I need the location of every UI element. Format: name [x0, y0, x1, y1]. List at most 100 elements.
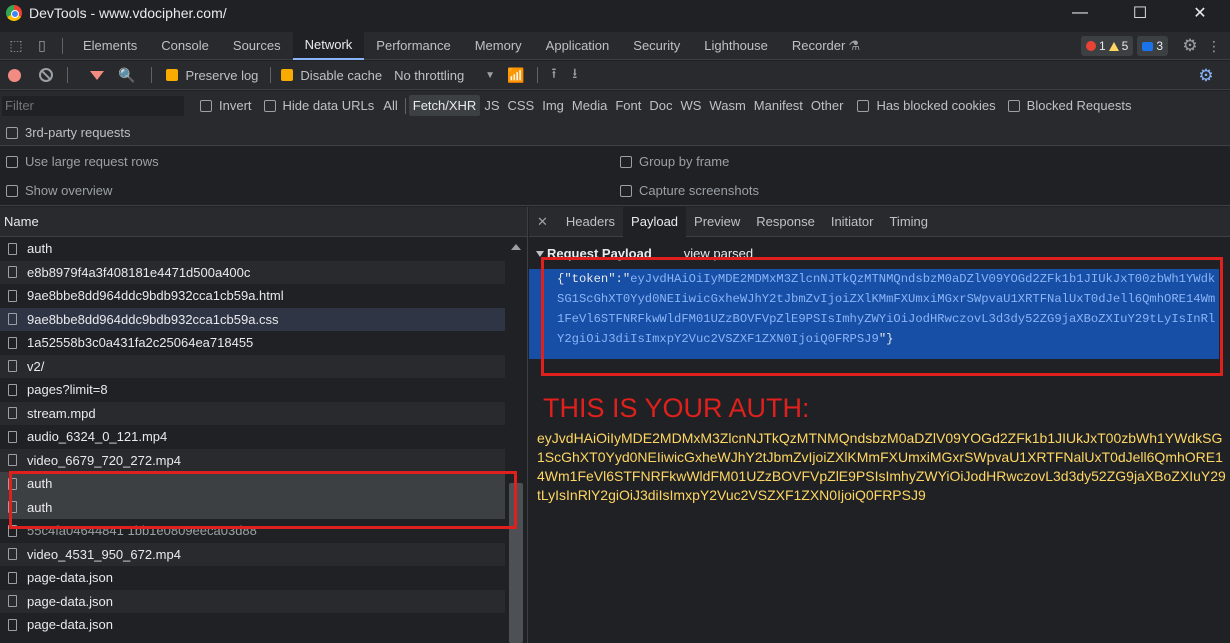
tab-sources[interactable]: Sources: [221, 32, 293, 60]
tab-network[interactable]: Network: [292, 31, 365, 60]
messages-counter[interactable]: 3: [1137, 36, 1168, 56]
overview-toggle[interactable]: Show overview: [6, 183, 112, 198]
device-toolbar-icon[interactable]: ▯: [32, 36, 52, 56]
filter-type-img[interactable]: Img: [538, 95, 568, 116]
table-row[interactable]: 9ae8bbe8dd964ddc9bdb932cca1cb59a.css: [0, 307, 506, 331]
close-icon[interactable]: ✕: [529, 214, 558, 230]
overview-checkbox[interactable]: [6, 184, 18, 197]
tab-elements[interactable]: Elements: [71, 32, 149, 60]
blocked-requests-checkbox[interactable]: [1007, 99, 1020, 112]
minimize-icon[interactable]: —: [1050, 0, 1110, 26]
large-rows-toggle[interactable]: Use large request rows: [6, 154, 159, 169]
table-row[interactable]: auth: [0, 237, 506, 261]
throttling-select[interactable]: No throttling ▼: [394, 68, 495, 83]
table-row[interactable]: e8b8979f4a3f408181e4471d500a400c: [0, 260, 506, 284]
blocked-requests-toggle[interactable]: Blocked Requests: [1007, 98, 1131, 113]
tab-performance[interactable]: Performance: [364, 32, 462, 60]
tab-recorder[interactable]: Recorder ⚗: [780, 32, 872, 60]
filter-type-js[interactable]: JS: [480, 95, 503, 116]
tab-memory[interactable]: Memory: [463, 32, 534, 60]
chevron-down-icon: ▼: [485, 69, 496, 81]
search-icon[interactable]: 🔍: [118, 67, 135, 84]
large-rows-checkbox[interactable]: [6, 155, 18, 168]
tab-console[interactable]: Console: [149, 32, 221, 60]
third-party-toggle[interactable]: 3rd-party requests: [6, 125, 131, 140]
preserve-log-toggle[interactable]: Preserve log: [166, 68, 258, 83]
name-column-header[interactable]: Name: [0, 207, 527, 237]
tab-preview[interactable]: Preview: [686, 207, 748, 237]
request-name: page-data.json: [27, 617, 114, 633]
filter-type-css[interactable]: CSS: [504, 95, 539, 116]
capture-screenshots-checkbox[interactable]: [620, 184, 632, 197]
tab-application[interactable]: Application: [534, 32, 622, 60]
tab-headers[interactable]: Headers: [558, 207, 623, 237]
tab-initiator[interactable]: Initiator: [823, 207, 882, 237]
divider: [151, 67, 153, 83]
has-blocked-cookies-toggle[interactable]: Has blocked cookies: [857, 98, 996, 113]
table-row[interactable]: page-data.json: [0, 589, 506, 613]
preserve-log-checkbox[interactable]: [166, 69, 179, 81]
filter-type-manifest[interactable]: Manifest: [750, 95, 807, 116]
window-title: DevTools - www.vdocipher.com/: [29, 5, 227, 21]
divider: [270, 67, 272, 83]
export-har-icon[interactable]: ⭳: [572, 63, 577, 87]
request-name: 9ae8bbe8dd964ddc9bdb932cca1cb59a.html: [27, 288, 284, 304]
record-icon[interactable]: [8, 68, 21, 82]
tab-lighthouse[interactable]: Lighthouse: [692, 32, 780, 60]
table-row[interactable]: page-data.json: [0, 566, 506, 590]
tab-response[interactable]: Response: [748, 207, 823, 237]
tab-payload[interactable]: Payload: [623, 206, 687, 237]
filter-type-font[interactable]: Font: [611, 95, 645, 116]
group-by-frame-checkbox[interactable]: [620, 155, 632, 168]
error-icon: [1085, 41, 1096, 51]
filter-input[interactable]: [2, 95, 184, 116]
tab-security[interactable]: Security: [621, 32, 692, 60]
table-row[interactable]: video_4531_950_672.mp4: [0, 542, 506, 566]
close-window-icon[interactable]: ✕: [1170, 0, 1230, 26]
import-har-icon[interactable]: ⭱: [552, 63, 557, 87]
filter-type-doc[interactable]: Doc: [645, 95, 676, 116]
file-icon: [8, 454, 17, 467]
detail-tabs: ✕ Headers Payload Preview Response Initi…: [529, 206, 1230, 237]
has-blocked-cookies-checkbox[interactable]: [857, 99, 870, 112]
has-blocked-cookies-label: Has blocked cookies: [876, 98, 996, 113]
maximize-icon[interactable]: ☐: [1110, 0, 1170, 26]
gear-icon[interactable]: ⚙: [1180, 36, 1200, 56]
hide-data-urls-checkbox[interactable]: [263, 99, 276, 112]
hide-data-urls-toggle[interactable]: Hide data URLs: [263, 98, 375, 113]
tab-timing[interactable]: Timing: [881, 207, 936, 237]
disable-cache-checkbox[interactable]: [281, 69, 294, 81]
capture-screenshots-toggle[interactable]: Capture screenshots: [620, 183, 759, 198]
filter-type-ws[interactable]: WS: [676, 95, 705, 116]
clear-icon[interactable]: [39, 68, 53, 82]
third-party-checkbox[interactable]: [6, 126, 18, 139]
filter-type-media[interactable]: Media: [568, 95, 611, 116]
table-row[interactable]: audio_6324_0_121.mp4: [0, 425, 506, 449]
disable-cache-toggle[interactable]: Disable cache: [281, 68, 382, 83]
request-list-scrollbar[interactable]: [505, 237, 527, 643]
network-settings-gear-icon[interactable]: ⚙: [1196, 66, 1216, 86]
filter-icon[interactable]: [90, 70, 104, 80]
filter-type-wasm[interactable]: Wasm: [705, 95, 749, 116]
network-conditions-icon[interactable]: 📶: [507, 67, 524, 84]
more-options-icon[interactable]: ⋮: [1204, 36, 1224, 56]
invert-checkbox[interactable]: [200, 99, 212, 112]
scroll-up-icon[interactable]: [511, 244, 521, 250]
filter-type-other[interactable]: Other: [807, 95, 848, 116]
table-row[interactable]: video_6679_720_272.mp4: [0, 448, 506, 472]
inspect-element-icon[interactable]: ⬚: [6, 36, 26, 56]
filter-type-fetch-xhr[interactable]: Fetch/XHR: [408, 95, 481, 116]
table-row[interactable]: stream.mpd: [0, 401, 506, 425]
hide-data-urls-label: Hide data URLs: [282, 98, 375, 113]
invert-toggle[interactable]: Invert: [200, 98, 252, 113]
group-by-frame-toggle[interactable]: Group by frame: [620, 154, 729, 169]
table-row[interactable]: 1a52558b3c0a431fa2c25064ea718455: [0, 331, 506, 355]
table-row[interactable]: pages?limit=8: [0, 378, 506, 402]
table-row[interactable]: v2/: [0, 354, 506, 378]
table-row[interactable]: 9ae8bbe8dd964ddc9bdb932cca1cb59a.html: [0, 284, 506, 308]
table-row[interactable]: page-data.json: [0, 613, 506, 637]
network-settings-pane: Use large request rows Show overview Gro…: [0, 146, 1230, 206]
issues-counter[interactable]: 1 5: [1080, 36, 1134, 56]
filter-type-all[interactable]: All: [379, 95, 401, 116]
divider: [404, 97, 406, 114]
